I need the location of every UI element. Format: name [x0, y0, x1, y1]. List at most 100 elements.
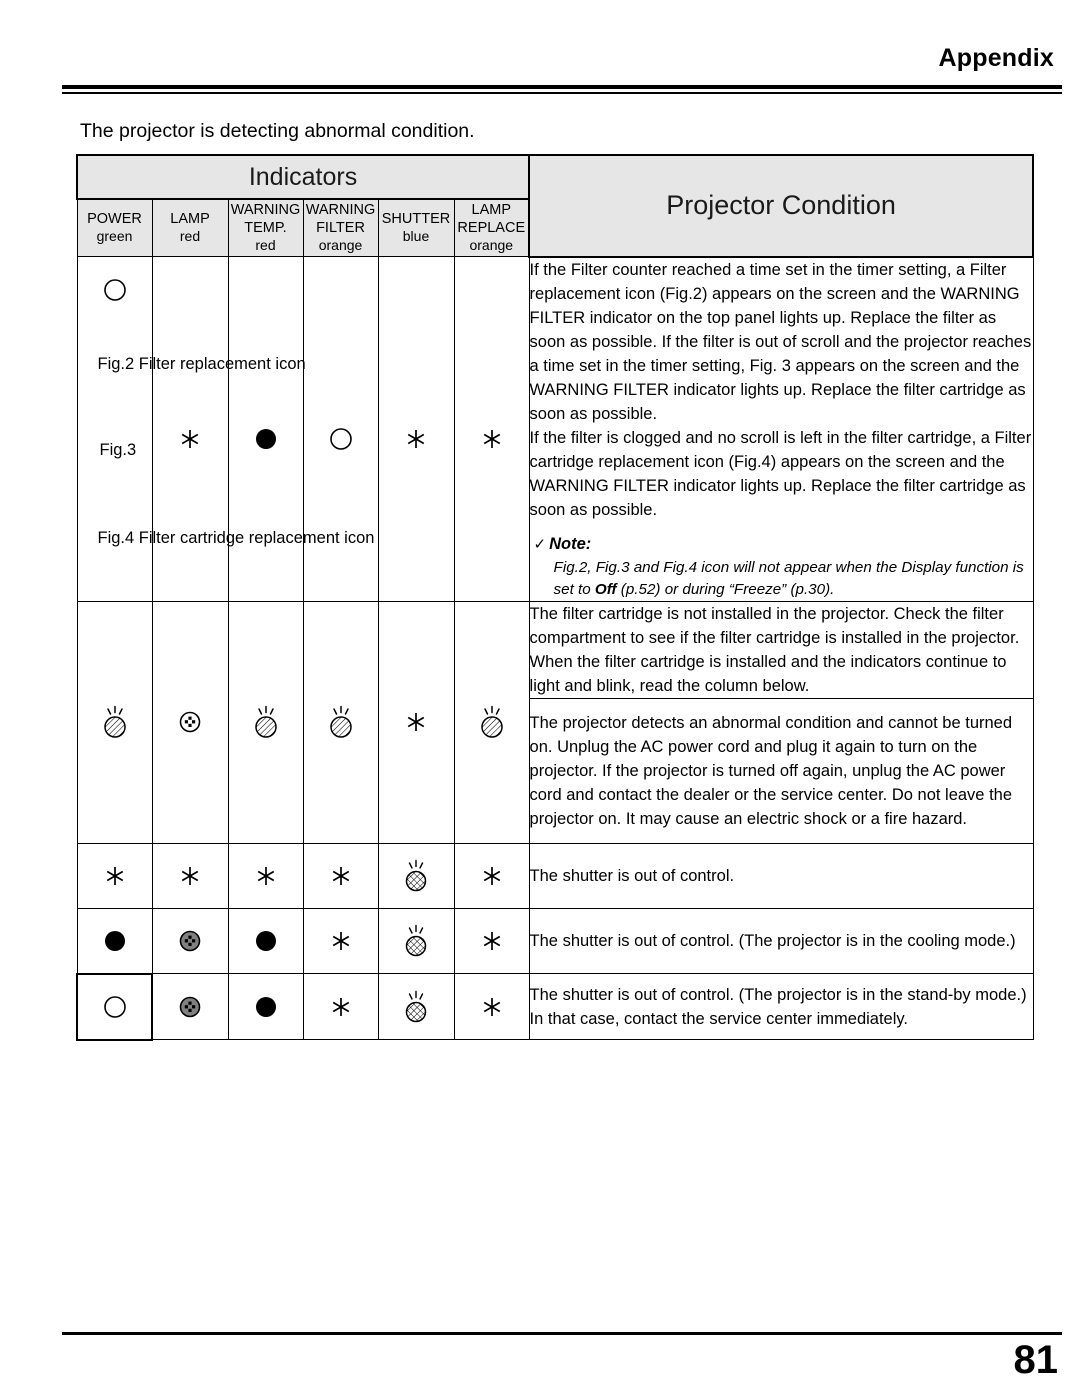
intro-text: The projector is detecting abnormal cond…	[80, 120, 475, 142]
column-header-power-color: green	[96, 228, 133, 245]
indicator-cell-shutter	[377, 256, 455, 602]
indicator-circle-open-icon	[328, 426, 354, 452]
header-rule-thick	[62, 85, 1062, 89]
column-header-shutter-name: SHUTTER	[381, 211, 451, 228]
column-header-power: POWER green	[76, 198, 153, 257]
indicator-asterisk-icon	[403, 709, 429, 735]
indicator-asterisk-icon	[479, 928, 505, 954]
note-block: ✓ Note: Fig.2, Fig.3 and Fig.4 icon will …	[530, 532, 1033, 600]
indicator-cell-warning-filter	[302, 973, 379, 1041]
indicator-blinking-icon	[322, 702, 360, 742]
indicator-asterisk-icon	[328, 994, 354, 1020]
indicator-cell-power	[76, 907, 153, 975]
condition-header: Projector Condition	[528, 154, 1035, 258]
column-header-warning-temp: WARNING TEMP. red	[227, 198, 304, 257]
condition-paragraph: The shutter is out of control. (The proj…	[529, 932, 1016, 951]
indicator-cell-warning-temp	[227, 973, 304, 1041]
condition-paragraph: The shutter is out of control.	[529, 866, 735, 885]
column-header-lamp-replace-line2: REPLACE	[457, 220, 526, 237]
page-number: 81	[1013, 1338, 1059, 1382]
indicator-cell-power	[76, 842, 153, 909]
indicator-circle-filled-icon	[253, 994, 279, 1020]
indicator-cell-lamp-replace	[453, 256, 530, 602]
indicator-cell-warning-filter	[302, 600, 379, 844]
indicator-cell-power	[76, 600, 153, 844]
note-title-text: Note:	[549, 535, 592, 554]
condition-description-cell: The shutter is out of control. (The proj…	[528, 907, 1034, 975]
indicator-circle-filled-icon	[253, 426, 279, 452]
indicator-blinking-icon	[398, 922, 434, 960]
condition-description-cell: If the Filter counter reached a time set…	[528, 256, 1034, 602]
condition-description-cell: The filter cartridge is not installed in…	[528, 600, 1034, 699]
indicator-cell-lamp	[151, 600, 229, 844]
indicator-circle-open-icon	[102, 994, 128, 1020]
indicator-cell-shutter	[377, 907, 455, 975]
table-row: The shutter is out of control. (The proj…	[76, 907, 1034, 975]
table-row: The filter cartridge is not installed in…	[76, 600, 1034, 844]
header-rule-thin	[62, 92, 1062, 94]
column-header-lamp: LAMP red	[151, 198, 229, 257]
table-header-row-main: Indicators Projector Condition	[75, 154, 1035, 258]
indicator-cell-lamp	[151, 256, 229, 602]
condition-paragraph: If the Filter counter reached a time set…	[529, 260, 1032, 423]
indicator-circle-open-icon	[102, 277, 128, 303]
table-row: The shutter is out of control. (The proj…	[76, 972, 1034, 1041]
indicator-cell-warning-temp	[227, 256, 304, 602]
table-row: Fig.2 Filter replacement icon Fig.3 Fig.…	[76, 256, 1034, 602]
condition-paragraph: The projector detects an abnormal condit…	[529, 713, 1013, 829]
indicator-asterisk-icon	[177, 863, 203, 889]
condition-paragraph: The shutter is out of control. (The proj…	[529, 985, 1027, 1028]
column-header-warning-filter: WARNING FILTER orange	[302, 198, 379, 257]
indicator-cell-warning-filter	[302, 842, 379, 909]
figure-caption-fig2: Fig.2 Filter replacement icon	[97, 355, 306, 373]
condition-description-cell: The shutter is out of control. (The proj…	[528, 973, 1034, 1041]
indicator-blinking-icon	[398, 857, 434, 895]
projector-condition-table: Indicators Projector Condition POWER gre…	[75, 154, 1035, 1041]
indicator-asterisk-icon	[328, 928, 354, 954]
indicator-asterisk-icon	[479, 863, 505, 889]
indicator-blinking-icon	[247, 702, 285, 742]
indicator-cell-lamp	[151, 973, 229, 1041]
indicator-asterisk-icon	[253, 863, 279, 889]
indicator-cell-lamp-replace	[453, 973, 530, 1041]
indicator-asterisk-icon	[102, 863, 128, 889]
column-header-warning-filter-line1: WARNING	[305, 201, 376, 218]
condition-description-cell: The projector detects an abnormal condit…	[528, 697, 1034, 844]
indicator-blinking-icon	[96, 702, 134, 742]
indicator-cell-warning-temp	[227, 842, 304, 909]
indicator-dim-icon	[175, 992, 205, 1022]
page-header: Appendix	[62, 44, 1062, 104]
indicators-header: Indicators	[75, 154, 531, 200]
indicator-dim-icon	[175, 926, 205, 956]
condition-paragraph: If the filter is clogged and no scroll i…	[529, 429, 1032, 520]
column-header-lamp-color: red	[179, 228, 201, 245]
column-header-power-name: POWER	[87, 211, 142, 228]
indicator-asterisk-icon	[328, 863, 354, 889]
indicator-cell-warning-temp	[227, 907, 304, 975]
indicator-cell-lamp-replace	[453, 907, 530, 975]
column-header-warning-filter-color: orange	[318, 237, 363, 254]
indicator-blinking-icon	[398, 988, 434, 1026]
column-header-warning-temp-line2: TEMP.	[244, 220, 287, 237]
column-header-warning-temp-line1: WARNING	[230, 201, 301, 218]
check-icon: ✓	[533, 536, 547, 554]
indicator-cell-shutter	[377, 600, 455, 844]
note-body-bold: Off	[594, 581, 617, 599]
column-header-lamp-name: LAMP	[170, 211, 210, 228]
indicator-cell-power: Fig.2 Filter replacement icon Fig.3 Fig.…	[76, 256, 374, 602]
note-title: ✓ Note:	[534, 532, 1033, 556]
indicator-circle-filled-icon	[253, 928, 279, 954]
table-row: The shutter is out of control.	[76, 842, 1034, 909]
indicator-cell-shutter	[377, 973, 455, 1041]
figure-caption-fig3: Fig.3	[99, 441, 137, 459]
note-body: Fig.2, Fig.3 and Fig.4 icon will not app…	[554, 557, 1033, 600]
indicator-asterisk-icon	[479, 994, 505, 1020]
indicator-asterisk-icon	[403, 426, 429, 452]
indicator-cell-power	[76, 972, 153, 1041]
indicator-cell-warning-filter	[302, 907, 379, 975]
column-header-lamp-replace-line1: LAMP	[471, 201, 512, 218]
column-header-lamp-replace: LAMP REPLACE orange	[453, 198, 530, 257]
column-header-warning-temp-color: red	[255, 237, 276, 254]
figure-caption-fig4: Fig.4 Filter cartridge replacement icon	[97, 529, 375, 547]
indicator-cell-warning-filter	[302, 256, 379, 602]
